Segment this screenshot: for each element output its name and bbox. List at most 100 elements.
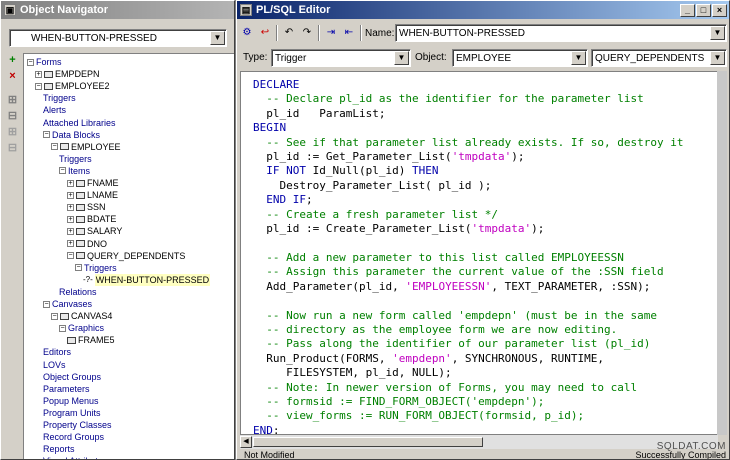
object-icon [44,82,53,90]
tree-node-label: Object Groups [43,371,102,382]
tree-node[interactable]: − EMPLOYEE [51,141,121,153]
expand-all-icon[interactable]: ⊞ [5,125,21,139]
add-icon[interactable]: + [5,53,21,67]
code-editor[interactable]: DECLARE -- Declare pl_id as the identifi… [240,71,718,435]
editor-title-bar[interactable]: ▤ PL/SQL Editor _ □ × [237,1,729,19]
expand-node-icon[interactable]: + [67,191,74,199]
revert-icon[interactable]: ↩ [257,25,273,41]
name-field[interactable]: WHEN-BUTTON-PRESSED ▼ [395,24,727,42]
tree-node[interactable]: Program Units [43,407,101,419]
tree-node[interactable]: Relations [59,286,97,298]
expand-node-icon[interactable]: + [67,240,74,247]
tree-node[interactable]: − CANVAS4 [51,310,112,322]
object-tree[interactable]: − Forms + EMPDEPN − EMPLOYEE2 Triggers Alerts At… [23,53,234,459]
collapse-node-icon[interactable]: − [35,82,42,90]
tree-node[interactable]: − QUERY_DEPENDENTS [67,250,185,262]
expand-node-icon[interactable]: + [67,203,74,211]
tree-node[interactable]: Alerts [43,104,66,116]
item-select[interactable]: QUERY_DEPENDENTS ▼ [591,49,727,67]
tree-node[interactable]: Triggers [43,92,76,104]
scroll-left-icon[interactable]: ◀ [240,436,252,448]
object-icon [76,203,85,211]
expand-node-icon[interactable]: + [67,227,74,235]
collapse-node-icon[interactable]: − [75,264,82,272]
tree-node[interactable]: Popup Menus [43,395,99,407]
tree-node[interactable]: LOVs [43,359,66,371]
tree-node[interactable]: − Triggers [75,262,117,274]
outdent-icon[interactable]: ⇤ [341,25,357,41]
tree-node-label: DNO [87,238,107,249]
tree-node[interactable]: Attached Libraries [43,117,116,129]
expand-node-icon[interactable]: + [67,179,74,187]
compile-icon[interactable]: ⚙ [239,25,255,41]
type-select-value: Trigger [275,52,307,64]
collapse-node-icon[interactable]: − [43,131,50,139]
tree-node[interactable]: Triggers [59,153,92,165]
collapse-node-icon[interactable]: − [59,167,66,175]
collapse-node-icon[interactable]: − [51,143,58,151]
object-icon [76,215,85,223]
collapse-node-icon[interactable]: − [67,252,74,260]
tree-node[interactable]: + BDATE [67,213,116,225]
tree-node[interactable]: + DNO [67,238,107,250]
tree-node[interactable]: − Graphics [59,322,104,334]
code-line: -- Now run a new form called 'empdepn' (… [266,308,657,322]
object-select[interactable]: EMPLOYEE ▼ [452,49,588,67]
tree-node[interactable]: + EMPDEPN [35,68,100,80]
tree-node[interactable]: − Canvases [43,298,92,310]
tree-node[interactable]: Record Groups [43,431,104,443]
chevron-down-icon[interactable]: ▼ [710,51,725,65]
tree-node[interactable]: FRAME5 [67,334,115,346]
horizontal-scrollbar[interactable]: ◀ [240,435,718,449]
delete-icon[interactable]: × [5,69,21,83]
expand-icon[interactable]: ⊞ [5,93,21,107]
code-line: pl_id := Create_Parameter_List('tmpdata'… [253,222,545,236]
tree-node[interactable]: Parameters [43,383,90,395]
indent-icon[interactable]: ⇥ [323,25,339,41]
chevron-down-icon[interactable]: ▼ [210,31,225,45]
tree-node[interactable]: Property Classes [43,419,112,431]
tree-node[interactable]: − EMPLOYEE2 [35,80,110,92]
tree-node[interactable]: − Data Blocks [43,129,100,141]
tree-node[interactable]: + LNAME [67,189,118,201]
tree-node[interactable]: Reports [43,443,75,455]
object-navigator-window: ▣ Object Navigator WHEN-BUTTON-PRESSED ▼… [0,0,235,460]
scroll-thumb[interactable] [253,437,483,447]
collapse-node-icon[interactable]: − [27,58,34,66]
tree-node-label: Reports [43,444,75,455]
tree-node-label: Items [68,165,91,176]
code-line: FILESYSTEM, pl_id, NULL); [253,366,452,380]
collapse-node-icon[interactable]: − [51,312,58,320]
collapse-icon[interactable]: ⊟ [5,109,21,123]
tree-node[interactable]: Object Groups [43,371,101,383]
close-button[interactable]: × [712,3,727,17]
type-select[interactable]: Trigger ▼ [271,49,411,67]
navigator-title-bar[interactable]: ▣ Object Navigator [1,1,234,19]
tree-node[interactable]: Visual Attributes [43,455,107,459]
tree-node[interactable]: + SALARY [67,225,122,237]
tree-node[interactable]: + SSN [67,201,106,213]
navigator-object-selector[interactable]: WHEN-BUTTON-PRESSED ▼ [9,29,227,47]
expand-node-icon[interactable]: + [35,70,42,78]
chevron-down-icon[interactable]: ▼ [571,51,586,65]
tree-node[interactable]: + FNAME [67,177,119,189]
tree-node[interactable]: − Forms [27,56,62,68]
tree-node[interactable]: − Items [59,165,90,177]
undo-icon[interactable]: ↶ [281,25,297,41]
chevron-down-icon[interactable]: ▼ [710,26,725,40]
maximize-button[interactable]: □ [696,3,711,17]
tree-node[interactable]: -?- WHEN-BUTTON-PRESSED [83,273,211,286]
collapse-all-icon[interactable]: ⊟ [5,141,21,155]
collapse-node-icon[interactable]: − [59,324,66,332]
redo-icon[interactable]: ↷ [299,25,315,41]
tree-node-label: QUERY_DEPENDENTS [87,250,186,261]
minimize-button[interactable]: _ [680,3,695,17]
object-icon [76,191,85,199]
collapse-node-icon[interactable]: − [43,300,50,308]
chevron-down-icon[interactable]: ▼ [394,51,409,65]
tree-node-label: Triggers [84,262,117,273]
expand-node-icon[interactable]: + [67,215,74,223]
tree-node[interactable]: Editors [43,346,71,358]
code-line: -- Pass along the identifier of our para… [266,337,651,351]
vertical-scrollbar[interactable] [717,71,727,435]
